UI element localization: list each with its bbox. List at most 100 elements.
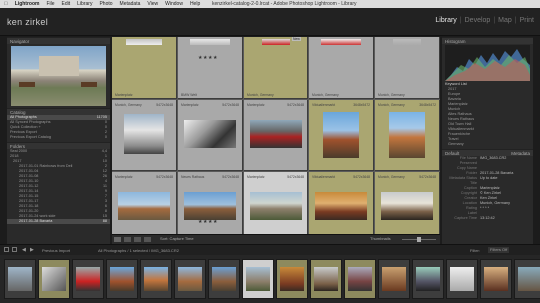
thumbnail-size: 5472x3648: [156, 175, 173, 179]
grid-cell[interactable]: Munich, Germany: [309, 37, 374, 99]
module-print[interactable]: Print: [520, 17, 534, 24]
thumbnail-caption: Neues Rathaus: [181, 175, 205, 179]
thumbnail-photo[interactable]: [250, 192, 302, 220]
compare-view-icon[interactable]: [134, 237, 141, 242]
histogram-header[interactable]: Histogram: [442, 37, 533, 44]
menu-library[interactable]: Library: [77, 1, 92, 7]
catalog-header[interactable]: Catalog: [7, 108, 110, 115]
grid-view-icon[interactable]: [114, 237, 121, 242]
filmstrip-thumbnail[interactable]: [140, 259, 172, 299]
navigator-header[interactable]: Navigator: [7, 37, 110, 44]
filmstrip-thumbnail[interactable]: [38, 259, 70, 299]
thumbnail-photo[interactable]: [315, 192, 367, 220]
menu-edit[interactable]: Edit: [62, 1, 71, 7]
menu-help[interactable]: Help: [190, 1, 200, 7]
apple-icon[interactable]: : [4, 1, 8, 7]
forward-arrow-icon[interactable]: ▶: [30, 247, 34, 253]
filmstrip-photo: [518, 267, 540, 291]
thumbnail-slider-handle[interactable]: [417, 237, 421, 242]
filmstrip-thumbnail[interactable]: [412, 259, 444, 299]
star-rating[interactable]: ★★★★: [198, 55, 218, 61]
module-library[interactable]: Library: [435, 17, 456, 24]
grid-cell[interactable]: Munich, Germany 5472x3648: [112, 100, 177, 171]
document-title: kenzirkel-catalog-2-0.lrcat - Adobe Phot…: [212, 1, 357, 7]
filter-dropdown[interactable]: Filters Off: [488, 247, 510, 253]
filmstrip-thumbnail[interactable]: [174, 259, 206, 299]
metadata-field-value: * * * *: [480, 206, 490, 210]
thumbnail-photo[interactable]: [262, 39, 290, 45]
grid-cell[interactable]: Marienplatz 5472x3648: [244, 100, 308, 171]
module-map[interactable]: Map: [498, 17, 512, 24]
filmstrip-photo: [382, 267, 406, 291]
thumbnail-photo[interactable]: [190, 39, 230, 45]
sort-label[interactable]: Sort: Capture Time: [160, 236, 194, 241]
grid-cell[interactable]: Munich, Germany: [375, 37, 440, 99]
grid-cell[interactable]: Marienplatz 5472x3648: [178, 100, 243, 171]
thumbnail-photo[interactable]: [381, 192, 433, 220]
thumbnail-caption: Marienplatz: [115, 93, 133, 97]
filmstrip-photo: [484, 267, 508, 291]
module-develop[interactable]: Develop: [465, 17, 491, 24]
filmstrip-thumbnail[interactable]: [4, 259, 36, 299]
thumbnail-photo[interactable]: [323, 112, 359, 158]
thumbnail-photo[interactable]: [321, 39, 361, 45]
metadata-field[interactable]: Capture Time 13:12:42: [442, 216, 533, 221]
thumbnail-photo[interactable]: [389, 112, 425, 158]
grid-cell[interactable]: Munich, Germany 3648x5472: [375, 100, 440, 171]
filmstrip-thumbnail[interactable]: [310, 259, 342, 299]
filmstrip-thumbnail[interactable]: [72, 259, 104, 299]
filmstrip: [0, 255, 540, 303]
grid-cell[interactable]: Munich, Germany: [244, 37, 308, 99]
thumbnail-photo[interactable]: [250, 120, 302, 148]
filmstrip-photo: [144, 267, 168, 291]
secondary-display-icon[interactable]: [12, 247, 17, 252]
grid-cell[interactable]: Marienplatz: [112, 37, 177, 99]
metadata-header[interactable]: Default Metadata: [442, 149, 533, 156]
filmstrip-thumbnail[interactable]: [106, 259, 138, 299]
catalog-item[interactable]: Previous Export Catalog 0: [7, 135, 110, 140]
thumbnail-photo[interactable]: [393, 39, 421, 45]
filmstrip-thumbnail[interactable]: [344, 259, 376, 299]
folder-list: Seal 2000 4,4 2018 1 2017 10 2017-01-01 Rainbo…: [7, 149, 110, 224]
thumbnail-caption: Marienplatz: [247, 175, 265, 179]
navigator-label: Navigator: [10, 39, 30, 44]
primary-display-icon[interactable]: [4, 247, 9, 252]
filmstrip-source[interactable]: Previous Import: [42, 248, 70, 253]
menu-file[interactable]: File: [46, 1, 54, 7]
grid-cell[interactable]: Viktualienmarkt 3648x5472: [309, 100, 374, 171]
histogram-label: Histogram: [445, 39, 466, 44]
thumbnail-size: 5472x3648: [156, 103, 173, 107]
menu-photo[interactable]: Photo: [99, 1, 112, 7]
filmstrip-photo: [416, 267, 440, 291]
navigator-preview[interactable]: [11, 46, 106, 106]
menu-app-name[interactable]: Lightroom: [15, 1, 40, 7]
loupe-view-icon[interactable]: [124, 237, 131, 242]
filmstrip-photo: [110, 267, 134, 291]
menu-window[interactable]: Window: [165, 1, 183, 7]
filmstrip-thumbnail[interactable]: [514, 259, 540, 299]
thumbnail-photo[interactable]: [118, 192, 170, 220]
thumbnail-photo[interactable]: [126, 39, 162, 45]
catalog-item-count: 0: [104, 135, 107, 139]
thumbnail-photo[interactable]: [184, 192, 236, 220]
filmstrip-thumbnail[interactable]: [208, 259, 240, 299]
folder-item[interactable]: 2017-01-28 Bavaria 88: [7, 219, 110, 224]
thumbnail-photo[interactable]: [124, 114, 164, 154]
survey-view-icon[interactable]: [144, 237, 151, 242]
filmstrip-thumbnail[interactable]: [446, 259, 478, 299]
thumbnail-caption: BMW Welt: [181, 93, 197, 97]
filmstrip-thumbnail[interactable]: [242, 259, 274, 299]
filmstrip-bar: ◀ ▶ Previous Import All Photographs / 1 …: [0, 244, 540, 255]
menu-metadata[interactable]: Metadata: [120, 1, 141, 7]
menu-view[interactable]: View: [147, 1, 158, 7]
back-arrow-icon[interactable]: ◀: [22, 247, 26, 253]
filmstrip-thumbnail[interactable]: [378, 259, 410, 299]
keyword-item[interactable]: Germany: [442, 142, 533, 147]
grid-cell[interactable]: BMW Welt: [178, 37, 243, 99]
filmstrip-thumbnail[interactable]: [480, 259, 512, 299]
star-rating[interactable]: ★★★★: [198, 219, 218, 225]
filmstrip-thumbnail[interactable]: [276, 259, 308, 299]
folders-header[interactable]: Folders: [7, 142, 110, 149]
keyword-list: Keyword List 2017 Europe Bavaria Marienplatz…: [442, 82, 533, 147]
thumbnail-photo[interactable]: [184, 120, 236, 148]
